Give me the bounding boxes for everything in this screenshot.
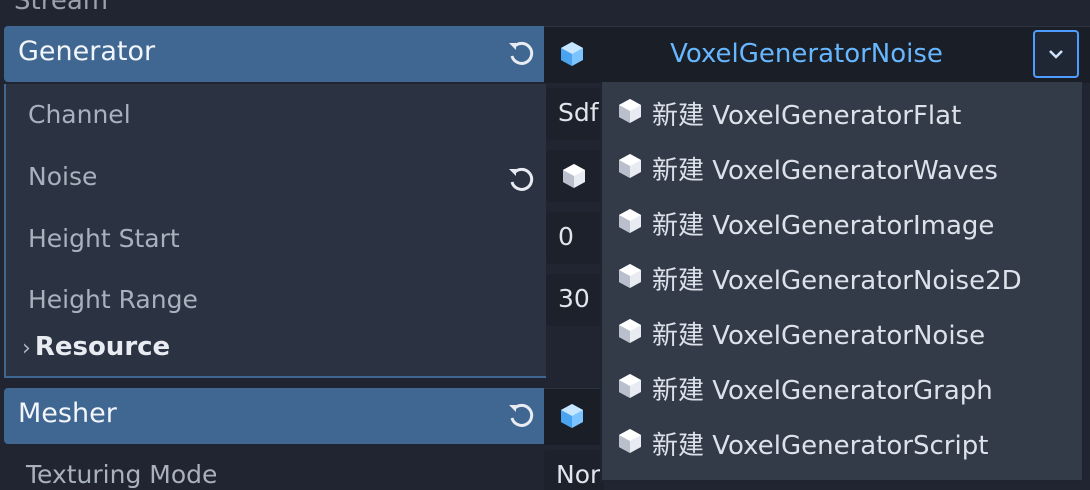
cube-icon — [561, 42, 583, 66]
menu-item-label: 新建 VoxelGeneratorWaves — [652, 156, 998, 186]
generator-value: VoxelGeneratorNoise — [670, 39, 943, 69]
top-cut-label: Stream — [14, 0, 109, 16]
noise-value-field[interactable] — [546, 150, 606, 202]
cube-icon — [561, 404, 583, 428]
texturing-mode-value: Nor — [556, 460, 601, 489]
chevron-down-icon — [1049, 50, 1063, 59]
property-label-height-start: Height Start — [28, 224, 180, 253]
menu-item-label: 新建 VoxelGeneratorImage — [652, 211, 995, 241]
menu-item-label: 新建 VoxelGeneratorGraph — [652, 376, 993, 406]
mesher-header[interactable]: Mesher — [4, 388, 544, 444]
resource-expander[interactable]: › Resource — [22, 332, 170, 362]
chevron-right-icon: › — [22, 336, 31, 361]
cube-icon — [619, 209, 641, 233]
menu-item-new-waves[interactable]: 新建 VoxelGeneratorWaves — [616, 145, 1076, 189]
menu-item-new-noise2d[interactable]: 新建 VoxelGeneratorNoise2D — [616, 255, 1076, 299]
menu-item-label: 新建 VoxelGeneratorScript — [652, 431, 989, 461]
cube-icon — [619, 319, 641, 343]
cube-icon — [619, 264, 641, 288]
height-start-value: 0 — [558, 222, 574, 251]
generator-header[interactable]: Generator — [4, 26, 544, 82]
cube-icon — [619, 99, 641, 123]
menu-item-label: 新建 VoxelGeneratorNoise — [652, 321, 986, 351]
cube-icon — [619, 429, 641, 453]
generator-value-field[interactable]: VoxelGeneratorNoise — [544, 26, 1090, 83]
property-label-texturing-mode: Texturing Mode — [26, 460, 218, 489]
texturing-mode-field[interactable]: Nor — [544, 450, 604, 490]
menu-item-new-graph[interactable]: 新建 VoxelGeneratorGraph — [616, 365, 1076, 409]
menu-item-label: 新建 VoxelGeneratorNoise2D — [652, 266, 1022, 296]
cube-icon — [563, 164, 585, 188]
reset-icon[interactable] — [506, 400, 536, 430]
menu-item-new-script[interactable]: 新建 VoxelGeneratorScript — [616, 420, 1076, 464]
property-label-channel: Channel — [28, 100, 131, 129]
channel-value-field[interactable]: Sdf — [546, 88, 606, 140]
property-label-height-range: Height Range — [28, 285, 198, 314]
reset-icon[interactable] — [506, 38, 536, 68]
height-range-field[interactable]: 30 — [546, 274, 606, 326]
generator-properties-panel: Channel Sdf Noise Height Start 0 Height … — [4, 84, 606, 378]
channel-value: Sdf — [558, 98, 599, 127]
mesher-value-field[interactable] — [544, 388, 604, 445]
menu-item-label: 新建 VoxelGeneratorFlat — [652, 101, 962, 131]
reset-icon[interactable] — [506, 164, 536, 194]
height-start-field[interactable]: 0 — [546, 212, 606, 264]
menu-item-new-image[interactable]: 新建 VoxelGeneratorImage — [616, 200, 1076, 244]
mesher-title: Mesher — [18, 398, 117, 429]
property-label-noise: Noise — [28, 162, 98, 191]
cube-icon — [619, 374, 641, 398]
generator-dropdown-menu: 新建 VoxelGeneratorFlat 新建 VoxelGeneratorW… — [600, 82, 1084, 482]
generator-dropdown-button[interactable] — [1033, 30, 1079, 78]
menu-item-new-flat[interactable]: 新建 VoxelGeneratorFlat — [616, 90, 1076, 134]
generator-title: Generator — [18, 36, 156, 67]
cube-icon — [619, 154, 641, 178]
resource-label: Resource — [34, 332, 171, 362]
menu-item-new-noise[interactable]: 新建 VoxelGeneratorNoise — [616, 310, 1076, 354]
height-range-value: 30 — [558, 284, 590, 313]
